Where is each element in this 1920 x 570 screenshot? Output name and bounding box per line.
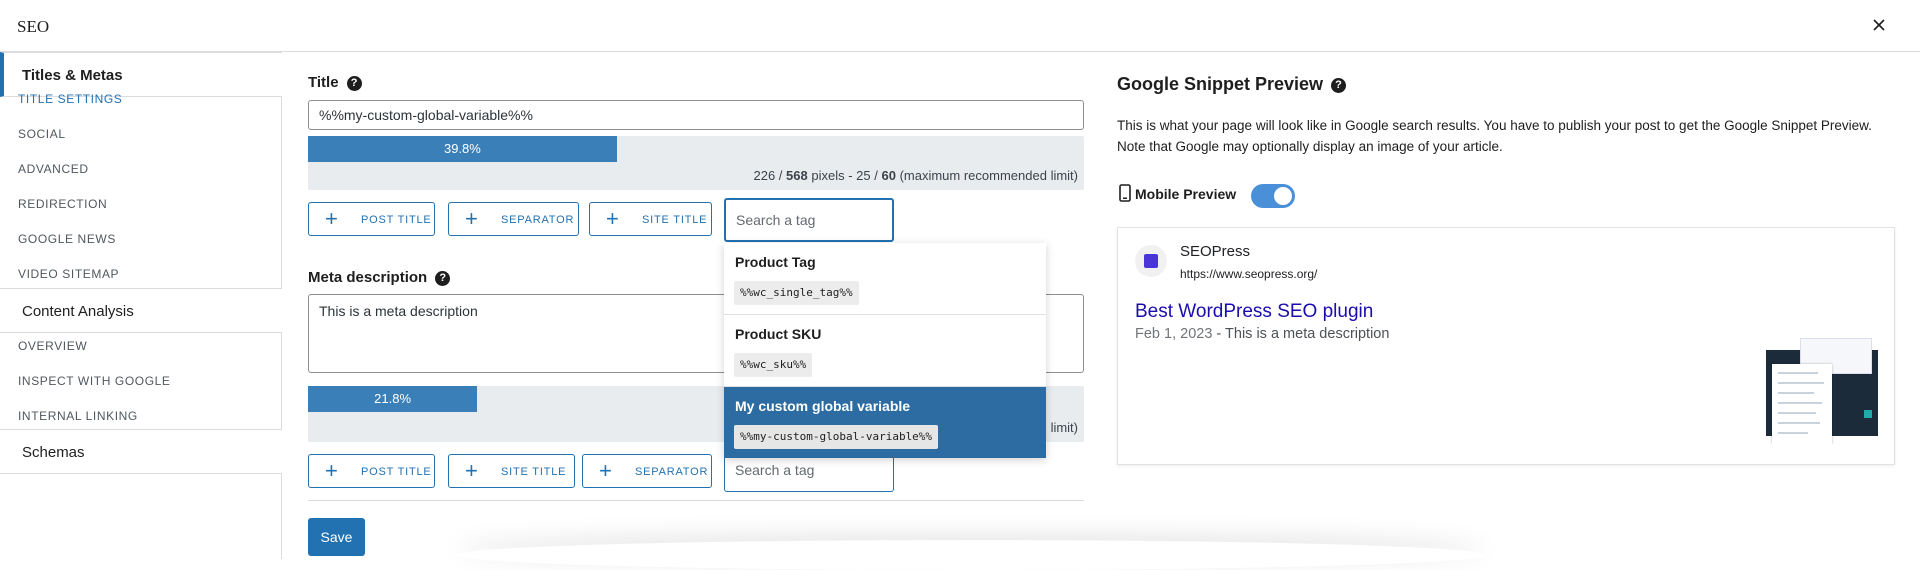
counter-suffix: (maximum recommended limit) xyxy=(899,168,1078,183)
sidebar: Titles & Metas TITLE SETTINGS SOCIAL ADV… xyxy=(0,52,282,559)
plus-icon: + xyxy=(606,206,620,231)
modal-title: SEO xyxy=(17,17,50,36)
dropdown-option-product-tag[interactable]: Product Tag %%wc_single_tag%% xyxy=(724,243,1046,315)
result-meta: Feb 1, 2023 - This is a meta description xyxy=(1135,326,1390,342)
mobile-preview-toggle[interactable] xyxy=(1251,184,1295,208)
mobile-label-text: Mobile Preview xyxy=(1135,186,1237,202)
title-label-text: Title xyxy=(308,74,339,91)
meta-progress-bar: 21.8% xyxy=(308,386,478,412)
plus-icon: + xyxy=(325,458,339,483)
add-separator-button[interactable]: + SEPARATOR xyxy=(448,202,579,236)
add-site-title-button[interactable]: + SITE TITLE xyxy=(589,202,712,236)
meta-label-text: Meta description xyxy=(308,269,428,286)
page-shadow xyxy=(456,540,1486,570)
pixels-used: 226 xyxy=(753,168,776,183)
add-separator-button[interactable]: + SEPARATOR xyxy=(582,454,712,488)
add-post-title-button[interactable]: + POST TITLE xyxy=(308,454,435,488)
option-name: My custom global variable xyxy=(735,398,911,414)
mobile-preview-label: Mobile Preview xyxy=(1119,184,1236,210)
title-counter-text: 226 / 568 pixels - 25 / 60 (maximum reco… xyxy=(753,168,1078,183)
preview-title: Google Snippet Preview? xyxy=(1117,74,1347,95)
sidebar-group-label: Titles & Metas xyxy=(22,67,123,84)
help-icon[interactable]: ? xyxy=(435,270,451,286)
google-snippet-preview: Google Snippet Preview? This is what you… xyxy=(1117,52,1897,559)
button-label: POST TITLE xyxy=(361,466,432,478)
option-name: Product SKU xyxy=(735,326,822,342)
option-code: %%my-custom-global-variable%% xyxy=(734,425,939,449)
result-description: This is a meta description xyxy=(1225,326,1390,342)
meta-description-label: Meta description? xyxy=(308,269,451,286)
close-icon[interactable] xyxy=(1868,14,1890,36)
plus-icon: + xyxy=(325,206,339,231)
add-site-title-button[interactable]: + SITE TITLE xyxy=(448,454,575,488)
sidebar-item-title-settings[interactable]: TITLE SETTINGS xyxy=(18,92,122,106)
sidebar-item-social[interactable]: SOCIAL xyxy=(18,127,66,141)
button-label: SITE TITLE xyxy=(501,466,567,478)
sidebar-group-content-analysis[interactable]: Content Analysis xyxy=(0,288,282,333)
mobile-phone-icon xyxy=(1119,184,1131,202)
button-label: SEPARATOR xyxy=(635,466,709,478)
title-label: Title? xyxy=(308,74,362,91)
article-thumbnail xyxy=(1766,338,1878,444)
tag-dropdown: Product Tag %%wc_single_tag%% Product SK… xyxy=(724,243,1046,458)
title-progress-bar: 39.8% xyxy=(308,136,617,162)
help-icon[interactable]: ? xyxy=(346,75,362,91)
sidebar-group-titles-metas[interactable]: Titles & Metas xyxy=(0,52,282,97)
sidebar-item-inspect-with-google[interactable]: INSPECT WITH GOOGLE xyxy=(18,374,171,388)
option-code: %%wc_sku%% xyxy=(734,353,813,377)
option-name: Product Tag xyxy=(735,254,816,270)
sidebar-item-video-sitemap[interactable]: VIDEO SITEMAP xyxy=(18,267,119,281)
sidebar-group-label: Content Analysis xyxy=(22,303,134,320)
meta-counter-text: limit) xyxy=(1050,420,1078,435)
site-favicon xyxy=(1135,245,1167,277)
preview-title-text: Google Snippet Preview xyxy=(1117,74,1324,94)
plus-icon: + xyxy=(465,206,479,231)
plus-icon: + xyxy=(465,458,479,483)
title-input[interactable] xyxy=(308,100,1084,130)
add-post-title-button[interactable]: + POST TITLE xyxy=(308,202,435,236)
modal-header: SEO xyxy=(0,0,1920,52)
chars-max: 60 xyxy=(881,168,896,183)
sidebar-item-internal-linking[interactable]: INTERNAL LINKING xyxy=(18,409,138,423)
result-title[interactable]: Best WordPress SEO plugin xyxy=(1135,301,1373,323)
preview-description: This is what your page will look like in… xyxy=(1117,118,1872,154)
sidebar-group-label: Schemas xyxy=(22,444,85,461)
button-label: SEPARATOR xyxy=(501,214,575,226)
pixels-max: 568 xyxy=(786,168,808,183)
sidebar-group-schemas[interactable]: Schemas xyxy=(0,429,282,474)
site-name: SEOPress xyxy=(1180,243,1251,260)
button-label: POST TITLE xyxy=(361,214,432,226)
save-button[interactable]: Save xyxy=(308,518,365,556)
help-icon[interactable]: ? xyxy=(1331,77,1347,93)
dropdown-option-product-sku[interactable]: Product SKU %%wc_sku%% xyxy=(724,315,1046,387)
title-counter: 39.8% 226 / 568 pixels - 25 / 60 (maximu… xyxy=(308,136,1084,190)
snippet-card: SEOPress https://www.seopress.org/ Best … xyxy=(1117,227,1895,465)
sidebar-item-google-news[interactable]: GOOGLE NEWS xyxy=(18,232,116,246)
option-code: %%wc_single_tag%% xyxy=(734,281,859,305)
sidebar-item-advanced[interactable]: ADVANCED xyxy=(18,162,89,176)
chars-used: 25 xyxy=(856,168,871,183)
result-date: Feb 1, 2023 xyxy=(1135,326,1213,342)
sidebar-item-redirection[interactable]: REDIRECTION xyxy=(18,197,107,211)
button-label: SITE TITLE xyxy=(642,214,708,226)
counter-units: pixels xyxy=(811,168,845,183)
site-url: https://www.seopress.org/ xyxy=(1180,267,1318,281)
title-search-tag-input[interactable]: Search a tag xyxy=(724,198,894,242)
plus-icon: + xyxy=(599,458,613,483)
sidebar-item-overview[interactable]: OVERVIEW xyxy=(18,339,87,353)
dropdown-option-custom-global-variable[interactable]: My custom global variable %%my-custom-gl… xyxy=(724,387,1046,458)
divider xyxy=(308,500,1084,501)
